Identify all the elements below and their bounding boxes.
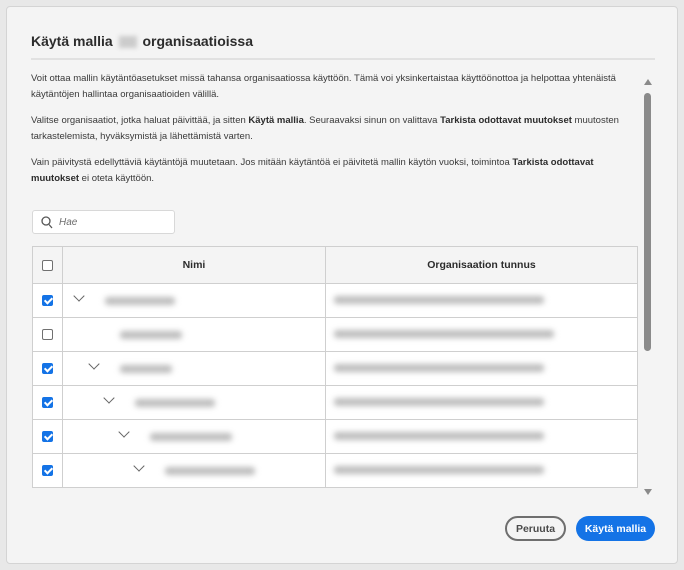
instruction-paragraph: Valitse organisaatiot, jotka haluat päiv… (31, 115, 619, 142)
select-all-cell (32, 246, 63, 284)
table-row[interactable] (32, 419, 639, 454)
chevron-down-icon[interactable] (103, 391, 115, 404)
search-icon (41, 216, 53, 229)
row-checkbox-cell (32, 385, 63, 420)
org-id-cell (324, 351, 639, 386)
dialog-title: Käytä mallia organisaatioissa (31, 33, 253, 49)
row-checkbox-cell (32, 419, 63, 454)
divider (31, 58, 655, 60)
redacted-org-name (105, 296, 175, 305)
org-name-cell (62, 453, 326, 488)
redacted-org-id (333, 329, 554, 338)
row-checkbox[interactable] (42, 465, 53, 477)
redacted-org-id (333, 431, 544, 440)
column-header-name[interactable]: Nimi (62, 246, 326, 284)
redacted-org-name (120, 330, 182, 339)
redacted-template-name (118, 36, 137, 49)
row-checkbox[interactable] (42, 431, 53, 443)
select-all-checkbox[interactable] (42, 259, 53, 271)
title-text: organisaatioissa (142, 33, 254, 49)
apply-template-button[interactable]: Käytä mallia (576, 516, 655, 541)
scroll-up-arrow-icon[interactable] (644, 79, 652, 85)
org-name-cell (62, 283, 326, 318)
row-checkbox[interactable] (42, 363, 53, 375)
chevron-down-icon[interactable] (133, 459, 145, 472)
apply-template-dialog: Käytä mallia organisaatioissa Voit ottaa… (6, 6, 678, 564)
search-field[interactable] (32, 210, 175, 234)
row-checkbox-cell (32, 351, 63, 386)
redacted-org-id (333, 295, 544, 304)
description-paragraph: Voit ottaa mallin käytäntöasetukset miss… (31, 73, 616, 100)
org-name-cell (62, 317, 326, 352)
scroll-down-arrow-icon[interactable] (644, 489, 652, 495)
org-name-cell (62, 385, 326, 420)
redacted-org-name (165, 466, 255, 475)
column-header-org-id[interactable]: Organisaation tunnus (324, 246, 639, 284)
org-id-cell (324, 317, 639, 352)
organizations-table: Nimi Organisaation tunnus (32, 246, 639, 488)
chevron-down-icon[interactable] (73, 289, 85, 302)
chevron-down-icon[interactable] (88, 357, 100, 370)
row-checkbox[interactable] (42, 329, 53, 341)
table-row[interactable] (32, 283, 639, 318)
org-name-cell (62, 419, 326, 454)
org-id-cell (324, 283, 639, 318)
redacted-org-id (333, 363, 544, 372)
row-checkbox-cell (32, 283, 63, 318)
org-id-cell (324, 385, 639, 420)
redacted-org-id (333, 397, 544, 406)
scrollbar-thumb[interactable] (644, 93, 651, 351)
org-name-cell (62, 351, 326, 386)
redacted-org-name (150, 432, 232, 441)
scrollbar[interactable] (643, 75, 653, 495)
row-checkbox[interactable] (42, 397, 53, 409)
org-id-cell (324, 453, 639, 488)
row-checkbox[interactable] (42, 295, 53, 307)
redacted-org-name (135, 398, 215, 407)
redacted-org-name (120, 364, 172, 373)
redacted-org-id (333, 465, 544, 474)
table-row[interactable] (32, 317, 639, 352)
table-row[interactable] (32, 351, 639, 386)
table-row[interactable] (32, 453, 639, 488)
note-paragraph: Vain päivitystä edellyttäviä käytäntöjä … (31, 157, 594, 184)
chevron-down-icon[interactable] (118, 425, 130, 438)
table-row[interactable] (32, 385, 639, 420)
dialog-content: Voit ottaa mallin käytäntöasetukset miss… (31, 71, 655, 495)
search-input[interactable] (59, 214, 169, 230)
row-checkbox-cell (32, 453, 63, 488)
row-checkbox-cell (32, 317, 63, 352)
title-text: Käytä mallia (31, 33, 113, 49)
org-id-cell (324, 419, 639, 454)
cancel-button[interactable]: Peruuta (505, 516, 566, 541)
